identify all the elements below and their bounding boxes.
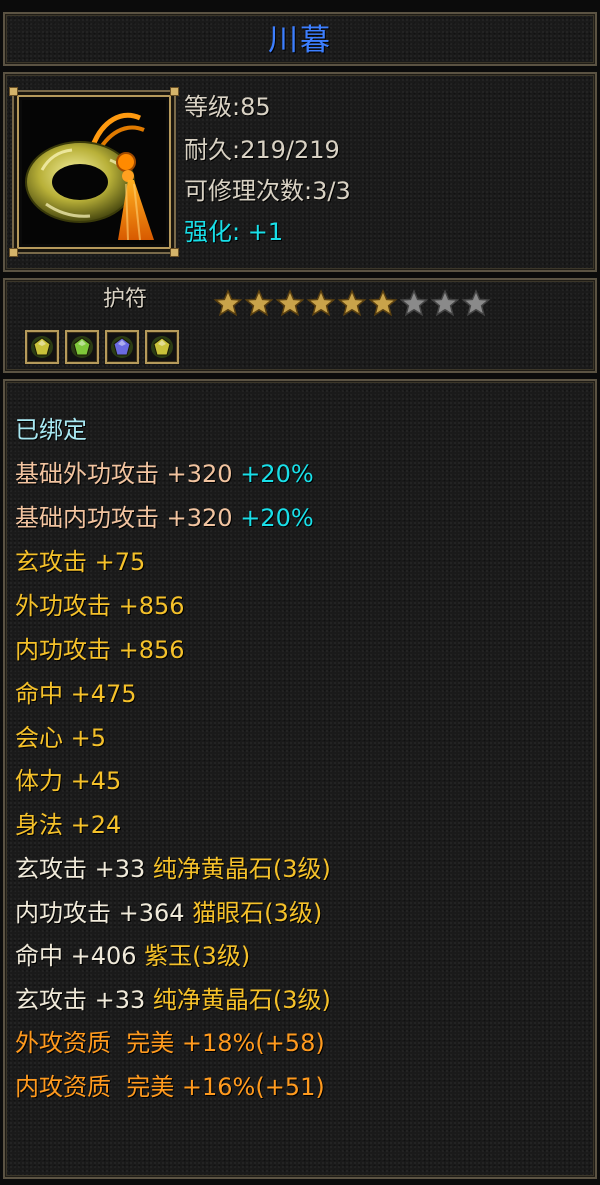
base-inner-attack: 基础内功攻击 +320 +20%: [15, 503, 314, 533]
title-panel: 川暮: [3, 12, 597, 66]
gem-name: 纯净黄晶石(3级): [152, 986, 331, 1014]
frame-corner: [9, 248, 18, 257]
item-repair-count: 可修理次数:3/3: [184, 177, 351, 205]
gem-sockets: [25, 330, 179, 364]
item-type: 护符: [103, 287, 148, 312]
stat-percent: +20%: [240, 460, 314, 488]
item-icon-frame[interactable]: [9, 87, 179, 257]
stat-line: 外功攻击 +856: [15, 592, 185, 620]
purple-jade-gem-icon: [111, 336, 133, 358]
bound-status: 已绑定: [15, 416, 87, 444]
gem-bonus-line: 玄攻击 +33 纯净黄晶石(3级): [15, 985, 331, 1015]
gem-socket[interactable]: [65, 330, 99, 364]
stat-line: 身法 +24: [15, 811, 122, 839]
star-filled-icon: [244, 289, 274, 317]
gem-socket[interactable]: [25, 330, 59, 364]
stat-line: 命中 +475: [15, 680, 137, 708]
base-outer-attack: 基础外功攻击 +320 +20%: [15, 459, 314, 489]
gem-socket[interactable]: [145, 330, 179, 364]
item-enhance-level: 强化: +1: [184, 218, 284, 246]
quality-line: 内攻资质 完美 +16%(+51): [15, 1073, 325, 1101]
star-filled-icon: [275, 289, 305, 317]
item-durability: 耐久:219/219: [184, 136, 340, 164]
star-filled-icon: [337, 289, 367, 317]
star-filled-icon: [306, 289, 336, 317]
gem-stat: 玄攻击 +33: [15, 855, 146, 883]
gem-bonus-line: 内功攻击 +364 猫眼石(3级): [15, 898, 322, 928]
gem-name: 纯净黄晶石(3级): [152, 855, 331, 883]
item-level: 等级:85: [184, 93, 271, 121]
frame-corner: [9, 87, 18, 96]
frame-corner: [170, 87, 179, 96]
stat-text: 基础外功攻击 +320: [15, 460, 233, 488]
gem-stat: 内功攻击 +364: [15, 899, 185, 927]
jade-amulet-icon: [22, 100, 166, 244]
gem-socket[interactable]: [105, 330, 139, 364]
star-empty-icon: [430, 289, 460, 317]
gem-stat: 命中 +406: [15, 942, 137, 970]
stat-percent: +20%: [240, 504, 314, 532]
stat-line: 会心 +5: [15, 724, 107, 752]
yellow-crystal-gem-icon: [31, 336, 53, 358]
stat-line: 体力 +45: [15, 767, 122, 795]
stat-text: 基础内功攻击 +320: [15, 504, 233, 532]
frame-corner: [170, 248, 179, 257]
star-empty-icon: [461, 289, 491, 317]
gem-name: 猫眼石(3级): [192, 899, 323, 927]
item-name: 川暮: [268, 23, 332, 58]
gem-stat: 玄攻击 +33: [15, 986, 146, 1014]
star-rating: [213, 289, 491, 317]
star-filled-icon: [213, 289, 243, 317]
cat-eye-gem-icon: [71, 336, 93, 358]
stat-line: 内功攻击 +856: [15, 636, 185, 664]
gem-name: 紫玉(3级): [144, 942, 251, 970]
star-filled-icon: [368, 289, 398, 317]
yellow-crystal-gem-icon: [151, 336, 173, 358]
gem-bonus-line: 命中 +406 紫玉(3级): [15, 941, 250, 971]
stat-line: 玄攻击 +75: [15, 548, 146, 576]
gem-bonus-line: 玄攻击 +33 纯净黄晶石(3级): [15, 854, 331, 884]
quality-line: 外攻资质 完美 +18%(+58): [15, 1029, 325, 1057]
star-empty-icon: [399, 289, 429, 317]
